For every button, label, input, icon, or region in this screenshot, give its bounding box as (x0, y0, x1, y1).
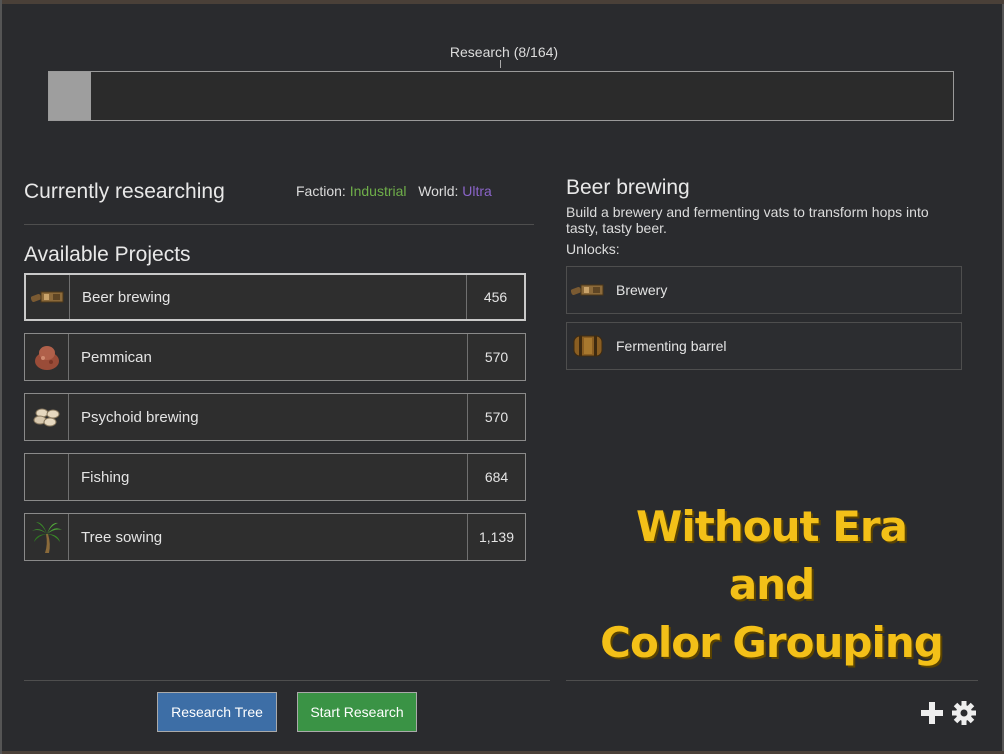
overlay-caption-line-1: Without Era and (636, 502, 908, 609)
research-progress-label: Research (8/164) (449, 44, 559, 60)
unlocks-label: Unlocks: (566, 241, 620, 257)
research-tree-button[interactable]: Research Tree (157, 692, 277, 732)
currently-researching-heading: Currently researching (24, 180, 225, 203)
project-row-beer-brewing[interactable]: Beer brewing 456 (24, 273, 526, 321)
window-top-edge (2, 0, 1004, 4)
barrel-icon (571, 331, 605, 361)
project-cost: 456 (466, 275, 524, 319)
unlock-name: Fermenting barrel (616, 338, 727, 354)
gear-icon[interactable] (952, 701, 976, 725)
corner-icons (919, 700, 979, 726)
start-research-button[interactable]: Start Research (297, 692, 417, 732)
detail-description: Build a brewery and fermenting vats to t… (566, 204, 929, 236)
pemmican-icon (25, 334, 69, 380)
progress-tick (500, 60, 501, 68)
research-progress-bar (48, 71, 954, 121)
bottom-divider-right (566, 680, 978, 681)
project-cost: 684 (467, 454, 525, 500)
available-projects-heading: Available Projects (24, 243, 191, 266)
faction-value: Industrial (349, 183, 407, 199)
current-divider (24, 224, 534, 225)
psychoid-icon (25, 394, 69, 440)
project-name: Fishing (81, 468, 130, 486)
research-window: Research (8/164) Currently researching F… (0, 0, 1004, 754)
faction-world-info: Faction: Industrial World: Ultra (296, 183, 492, 199)
brewery-icon (26, 275, 70, 319)
project-row-tree-sowing[interactable]: Tree sowing 1,139 (24, 513, 526, 561)
project-row-fishing[interactable]: Fishing 684 (24, 453, 526, 501)
world-value: Ultra (462, 183, 492, 199)
project-name: Beer brewing (82, 288, 171, 306)
project-name: Pemmican (81, 348, 152, 366)
unlock-item-fermenting-barrel[interactable]: Fermenting barrel (566, 322, 962, 370)
overlay-caption-line-2: Color Grouping (600, 618, 944, 667)
project-cost: 570 (467, 394, 525, 440)
project-name: Psychoid brewing (81, 408, 199, 426)
research-progress-fill (49, 72, 92, 120)
detail-title: Beer brewing (566, 176, 690, 199)
project-row-pemmican[interactable]: Pemmican 570 (24, 333, 526, 381)
world-label: World: (418, 183, 459, 199)
plus-icon[interactable] (921, 702, 943, 724)
palm-tree-icon (25, 514, 69, 560)
project-cost: 570 (467, 334, 525, 380)
faction-label: Faction: (296, 183, 346, 199)
overlay-caption: Without Era and Color Grouping (594, 498, 949, 672)
project-name: Tree sowing (81, 528, 163, 546)
brewery-icon (571, 275, 605, 305)
empty-icon-slot (25, 454, 69, 500)
bottom-divider-left (24, 680, 550, 681)
project-row-psychoid-brewing[interactable]: Psychoid brewing 570 (24, 393, 526, 441)
unlock-item-brewery[interactable]: Brewery (566, 266, 962, 314)
project-cost: 1,139 (467, 514, 525, 560)
unlock-name: Brewery (616, 282, 668, 298)
